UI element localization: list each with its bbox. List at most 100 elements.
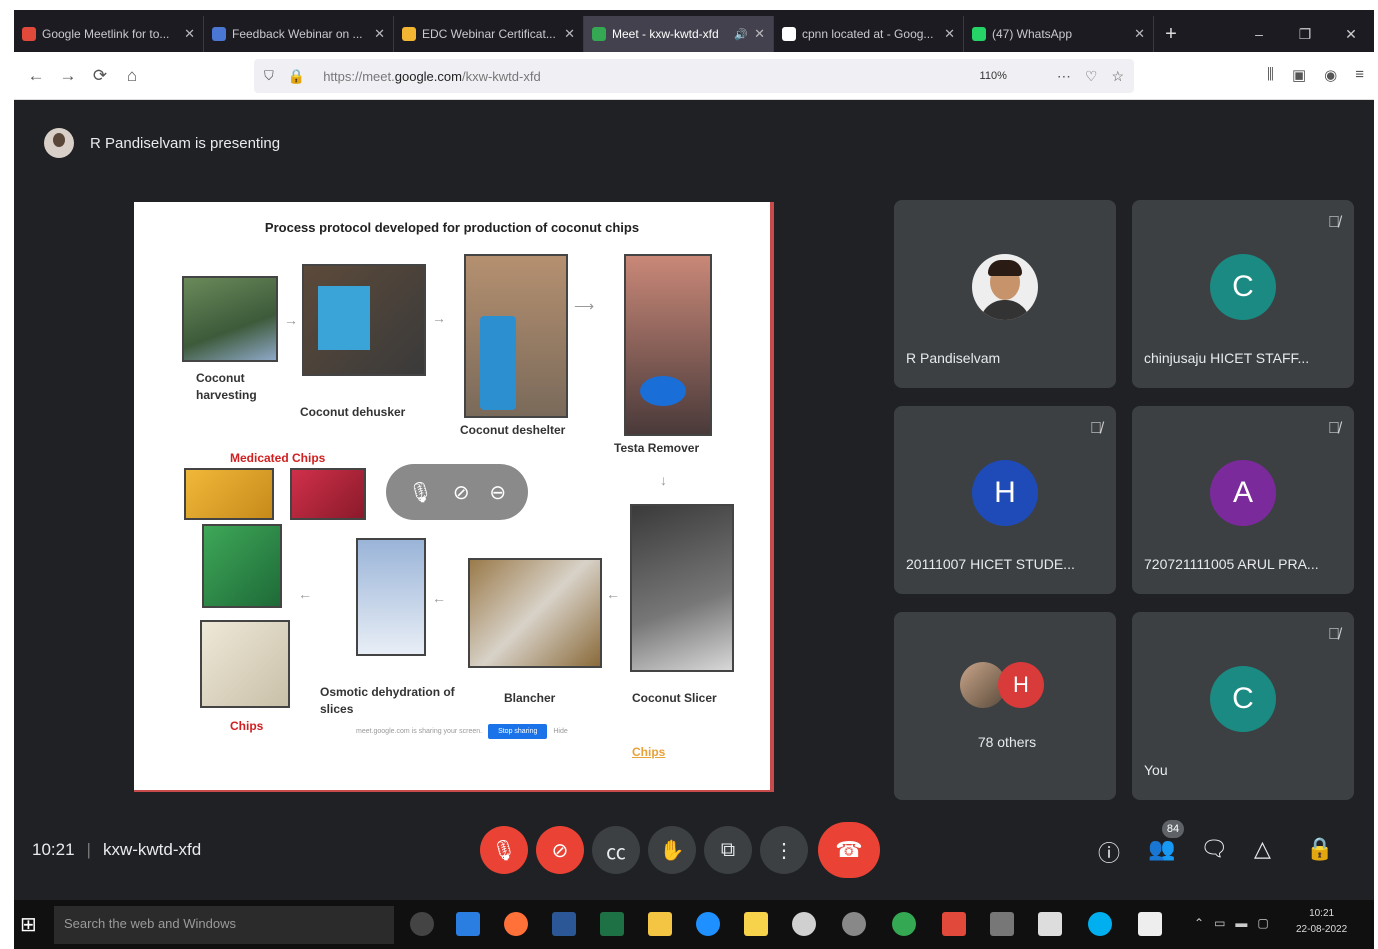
host-controls-icon[interactable]: 🔒 [1306, 836, 1333, 862]
close-icon[interactable]: ✕ [374, 26, 385, 42]
account-icon[interactable]: ◉ [1324, 66, 1337, 84]
stop-sharing-button[interactable]: Stop sharing [488, 724, 548, 739]
taskbar-search-box[interactable]: Search the web and Windows [54, 906, 394, 944]
remove-icon[interactable]: ⊖ [489, 480, 506, 505]
participant-tile[interactable]: 🎙̸ C chinjusaju HICET STAFF... [1132, 200, 1354, 388]
taskbar-clock[interactable]: 10:21 22-08-2022 [1296, 906, 1347, 938]
close-icon[interactable]: ✕ [184, 26, 195, 42]
participant-tile[interactable]: 🎙̸ A 720721111005 ARUL PRA... [1132, 406, 1354, 594]
library-icon[interactable]: ⫼ [1267, 66, 1274, 84]
speaker-icon[interactable]: 🔊 [734, 28, 748, 41]
browser-tab[interactable]: Google Meetlink for to... ✕ [14, 16, 204, 52]
app-icon[interactable] [792, 912, 816, 936]
lock-icon[interactable]: 🔒 [288, 68, 305, 85]
skype-icon[interactable] [1088, 912, 1112, 936]
tab-title: Google Meetlink for to... [42, 27, 170, 41]
close-icon[interactable]: ✕ [754, 26, 765, 42]
firefox-icon[interactable] [504, 912, 528, 936]
notes-icon[interactable] [744, 912, 768, 936]
mic-toggle-button[interactable]: 🎙 [480, 826, 528, 874]
self-avatar: C [1210, 666, 1276, 732]
people-icon[interactable]: 👥 [1148, 836, 1175, 862]
presenter-avatar [44, 128, 74, 158]
chevron-up-icon[interactable]: ⌃ [1194, 916, 1204, 930]
hair-shape [988, 260, 1022, 276]
more-icon[interactable]: ⋯ [1057, 68, 1071, 85]
self-tile[interactable]: 🎙̸ C You [1132, 612, 1354, 800]
zoom-level[interactable]: 110% [980, 70, 1007, 82]
word-icon[interactable] [552, 912, 576, 936]
new-tab-button[interactable]: + [1154, 16, 1188, 52]
app-icon[interactable] [842, 912, 866, 936]
photo-osmotic-dehydration [356, 538, 426, 656]
more-options-button[interactable]: ⋮ [760, 826, 808, 874]
participant-avatar: H [972, 460, 1038, 526]
close-icon[interactable]: ✕ [1134, 26, 1145, 42]
battery-icon[interactable]: ▬ [1235, 916, 1247, 930]
presenting-text: R Pandiselvam is presenting [90, 134, 281, 152]
close-icon[interactable]: ✕ [564, 26, 575, 42]
shield-icon[interactable]: ⛉ [264, 68, 274, 84]
home-icon[interactable]: ⌂ [116, 66, 148, 86]
captions-button[interactable]: ㏄ [592, 826, 640, 874]
presentation-slide: Process protocol developed for productio… [134, 202, 770, 790]
info-icon[interactable]: ⓘ [1098, 836, 1120, 868]
chrome-icon[interactable] [892, 912, 916, 936]
present-button[interactable]: ⧉ [704, 826, 752, 874]
excel-icon[interactable] [600, 912, 624, 936]
meet-main: R Pandiselvam is presenting Process prot… [14, 100, 1374, 900]
edge-icon[interactable] [696, 912, 720, 936]
photo-medicated-chips-yellow [184, 468, 274, 520]
office-icon[interactable] [1038, 912, 1062, 936]
activities-icon[interactable]: △ [1254, 836, 1271, 862]
forward-icon[interactable]: → [52, 66, 84, 86]
browser-tab[interactable]: Feedback Webinar on ... ✕ [204, 16, 394, 52]
camera-toggle-button[interactable]: ⊘ [536, 826, 584, 874]
url-text[interactable]: https://meet.google.com/kxw-kwtd-xfd [323, 69, 979, 84]
task-view-icon[interactable] [410, 912, 434, 936]
browser-tab-active[interactable]: Meet - kxw-kwtd-xfd 🔊 ✕ [584, 16, 774, 52]
windows-taskbar: ⊞ Search the web and Windows ⌃ ▭ ▬ ▢ 10:… [14, 900, 1374, 949]
participant-tile-others[interactable]: H 78 others [894, 612, 1116, 800]
reload-icon[interactable]: ⟳ [84, 66, 116, 86]
photo-medicated-chips-green [202, 524, 282, 608]
store-icon[interactable] [456, 912, 480, 936]
mute-mic-icon[interactable]: 🎙 [408, 480, 433, 505]
network-icon[interactable]: ▭ [1214, 916, 1225, 930]
participant-tile[interactable]: 🎙̸ H 20111007 HICET STUDE... [894, 406, 1116, 594]
back-icon[interactable]: ← [20, 66, 52, 86]
notification-icon[interactable]: ▢ [1257, 916, 1268, 930]
restore-button[interactable]: ❐ [1282, 16, 1328, 52]
clock-date: 22-08-2022 [1296, 924, 1348, 935]
sidebar-icon[interactable]: ▣ [1292, 66, 1306, 84]
leave-call-button[interactable]: ☎ [818, 822, 880, 878]
calculator-icon[interactable] [990, 912, 1014, 936]
participant-tile[interactable]: R Pandiselvam [894, 200, 1116, 388]
bookmark-star-icon[interactable]: ☆ [1111, 68, 1124, 85]
browser-tab[interactable]: EDC Webinar Certificat... ✕ [394, 16, 584, 52]
separator: | [86, 840, 91, 859]
menu-icon[interactable]: ≡ [1355, 66, 1364, 84]
chat-icon[interactable]: 🗨 [1200, 836, 1228, 862]
browser-tab[interactable]: (47) WhatsApp ✕ [964, 16, 1154, 52]
raise-hand-button[interactable]: ✋ [648, 826, 696, 874]
windows-start-icon[interactable]: ⊞ [20, 912, 37, 937]
photos-icon[interactable] [1138, 912, 1162, 936]
close-icon[interactable]: ✕ [944, 26, 955, 42]
minimize-button[interactable]: – [1236, 16, 1282, 52]
mute-video-icon[interactable]: ⊘ [453, 480, 470, 505]
pdf-icon[interactable] [942, 912, 966, 936]
address-bar[interactable]: ⛉ 🔒 https://meet.google.com/kxw-kwtd-xfd… [254, 59, 1134, 93]
caption-osmotic: Osmotic dehydration of slices [320, 685, 455, 716]
arrow-right: → [284, 312, 298, 328]
deshelter-machine [480, 316, 516, 410]
photo-chips [200, 620, 290, 708]
browser-tab[interactable]: cpnn located at - Goog... ✕ [774, 16, 964, 52]
hide-button[interactable]: Hide [553, 728, 567, 735]
chips-link[interactable]: Chips [632, 744, 665, 761]
file-explorer-icon[interactable] [648, 912, 672, 936]
close-window-button[interactable]: ✕ [1328, 16, 1374, 52]
caption-medicated-chips: Medicated Chips [230, 451, 326, 465]
whatsapp-icon [972, 27, 986, 41]
pocket-icon[interactable]: ♡ [1085, 68, 1098, 85]
